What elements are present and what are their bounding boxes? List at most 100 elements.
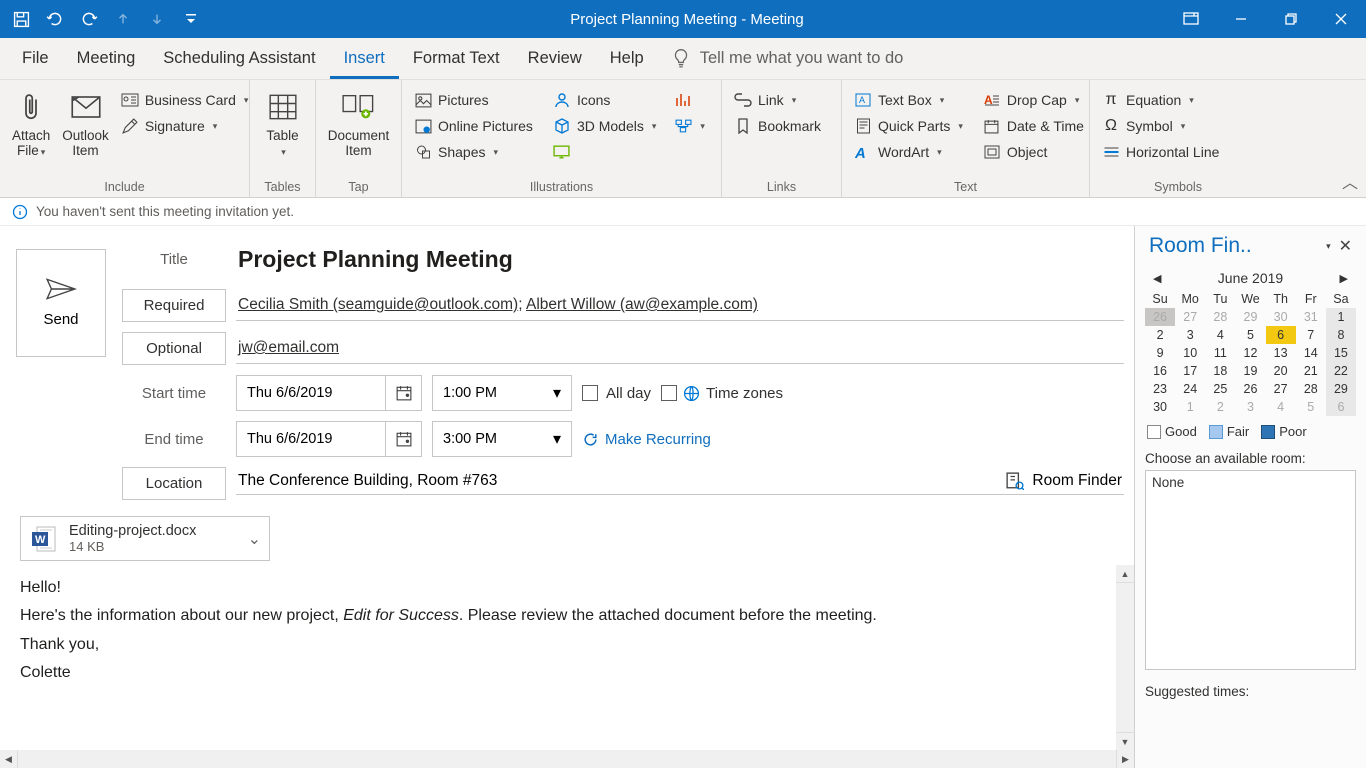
calendar-day[interactable]: 10 <box>1175 344 1205 362</box>
calendar-day[interactable]: 14 <box>1296 344 1326 362</box>
calendar-day[interactable]: 28 <box>1205 308 1235 326</box>
table-button[interactable]: Table▾ <box>260 84 304 158</box>
calendar-day[interactable]: 12 <box>1235 344 1265 362</box>
calendar-day[interactable]: 2 <box>1145 326 1175 344</box>
calendar-day[interactable]: 31 <box>1296 308 1326 326</box>
required-button[interactable]: Required <box>122 289 226 322</box>
calendar-day[interactable]: 7 <box>1296 326 1326 344</box>
calendar-day[interactable]: 28 <box>1296 380 1326 398</box>
save-icon[interactable] <box>4 0 38 38</box>
calendar-day[interactable]: 15 <box>1326 344 1356 362</box>
calendar-day[interactable]: 11 <box>1205 344 1235 362</box>
make-recurring-link[interactable]: Make Recurring <box>582 431 711 448</box>
calendar-day[interactable]: 17 <box>1175 362 1205 380</box>
tab-scheduling[interactable]: Scheduling Assistant <box>149 39 329 79</box>
location-field[interactable]: The Conference Building, Room #763 <box>238 472 992 490</box>
tell-me-search[interactable]: Tell me what you want to do <box>672 48 904 79</box>
send-button[interactable]: Send <box>16 249 106 357</box>
online-pictures-button[interactable]: Online Pictures <box>408 114 539 138</box>
collapse-ribbon-icon[interactable]: ︿ <box>1342 169 1358 193</box>
calendar-day[interactable]: 29 <box>1235 308 1265 326</box>
calendar-day[interactable]: 19 <box>1235 362 1265 380</box>
required-field[interactable]: Cecilia Smith (seamguide@outlook.com); A… <box>236 290 1124 321</box>
calendar-day[interactable]: 4 <box>1205 326 1235 344</box>
chart-button[interactable] <box>668 88 711 112</box>
scroll-left-icon[interactable]: ◀ <box>0 750 18 768</box>
equation-button[interactable]: πEquation▾ <box>1096 88 1225 112</box>
attachment-item[interactable]: W Editing-project.docx14 KB ⌄ <box>20 516 270 561</box>
calendar-day[interactable]: 9 <box>1145 344 1175 362</box>
chevron-down-icon[interactable]: ▾ <box>543 376 571 410</box>
business-card-button[interactable]: Business Card▾ <box>115 88 255 112</box>
calendar-day[interactable]: 27 <box>1175 308 1205 326</box>
qa-more-icon[interactable] <box>174 0 208 38</box>
calendar-day[interactable]: 16 <box>1145 362 1175 380</box>
calendar-day[interactable]: 2 <box>1205 398 1235 416</box>
symbol-button[interactable]: ΩSymbol▾ <box>1096 114 1225 138</box>
recipient-link[interactable]: Cecilia Smith (seamguide@outlook.com) <box>238 296 518 313</box>
drop-cap-button[interactable]: ADrop Cap▾ <box>977 88 1090 112</box>
link-button[interactable]: Link▾ <box>728 88 827 112</box>
end-time-input[interactable]: 3:00 PM▾ <box>432 421 572 457</box>
quick-parts-button[interactable]: Quick Parts▾ <box>848 114 969 138</box>
calendar-picker-icon[interactable] <box>385 422 421 456</box>
document-item-button[interactable]: Document Item <box>322 84 396 158</box>
horizontal-line-button[interactable]: Horizontal Line <box>1096 140 1225 164</box>
pane-close-icon[interactable]: ✕ <box>1335 232 1356 260</box>
scroll-right-icon[interactable]: ▶ <box>1116 750 1134 768</box>
optional-field[interactable]: jw@email.com <box>236 333 1124 364</box>
minimize-icon[interactable] <box>1216 0 1266 38</box>
calendar-day[interactable]: 30 <box>1266 308 1296 326</box>
prev-month-icon[interactable]: ◀ <box>1153 272 1161 285</box>
calendar-day[interactable]: 29 <box>1326 380 1356 398</box>
date-time-button[interactable]: Date & Time <box>977 114 1090 138</box>
calendar-day[interactable]: 3 <box>1175 326 1205 344</box>
next-month-icon[interactable]: ▶ <box>1340 272 1348 285</box>
calendar-day[interactable]: 18 <box>1205 362 1235 380</box>
calendar-day[interactable]: 24 <box>1175 380 1205 398</box>
bookmark-button[interactable]: Bookmark <box>728 114 827 138</box>
start-date-input[interactable]: Thu 6/6/2019 <box>236 375 422 411</box>
tab-meeting[interactable]: Meeting <box>63 39 150 79</box>
outlook-item-button[interactable]: Outlook Item <box>56 84 115 158</box>
calendar-day[interactable]: 20 <box>1266 362 1296 380</box>
calendar-day[interactable]: 27 <box>1266 380 1296 398</box>
shapes-button[interactable]: Shapes▾ <box>408 140 539 164</box>
tab-review[interactable]: Review <box>514 39 596 79</box>
scroll-down-icon[interactable]: ▼ <box>1116 732 1134 750</box>
room-list[interactable]: None <box>1145 470 1356 670</box>
end-date-input[interactable]: Thu 6/6/2019 <box>236 421 422 457</box>
maximize-icon[interactable] <box>1266 0 1316 38</box>
calendar-day[interactable]: 1 <box>1326 308 1356 326</box>
start-time-input[interactable]: 1:00 PM▾ <box>432 375 572 411</box>
icons-button[interactable]: Icons <box>547 88 662 112</box>
tab-format-text[interactable]: Format Text <box>399 39 514 79</box>
calendar-day[interactable]: 21 <box>1296 362 1326 380</box>
vertical-scrollbar[interactable]: ▲▼ <box>1116 565 1134 750</box>
prev-icon[interactable] <box>106 0 140 38</box>
calendar-day[interactable]: 26 <box>1235 380 1265 398</box>
tab-file[interactable]: File <box>8 39 63 79</box>
wordart-button[interactable]: AWordArt▾ <box>848 140 969 164</box>
tab-insert[interactable]: Insert <box>330 39 399 79</box>
signature-button[interactable]: Signature▾ <box>115 114 255 138</box>
recipient-link[interactable]: Albert Willow (aw@example.com) <box>526 296 758 313</box>
attachment-menu-icon[interactable]: ⌄ <box>248 529 261 549</box>
next-icon[interactable] <box>140 0 174 38</box>
smartart-button[interactable]: ▾ <box>668 114 711 138</box>
calendar-day[interactable]: 25 <box>1205 380 1235 398</box>
tab-help[interactable]: Help <box>596 39 658 79</box>
undo-icon[interactable] <box>38 0 72 38</box>
calendar-day[interactable]: 30 <box>1145 398 1175 416</box>
calendar-day[interactable]: 3 <box>1235 398 1265 416</box>
calendar-day[interactable]: 8 <box>1326 326 1356 344</box>
calendar-picker-icon[interactable] <box>385 376 421 410</box>
location-button[interactable]: Location <box>122 467 226 500</box>
screenshot-button[interactable] <box>547 140 662 164</box>
object-button[interactable]: Object <box>977 140 1090 164</box>
recipient-link[interactable]: jw@email.com <box>238 339 339 356</box>
message-body[interactable]: Hello! Here's the information about our … <box>0 565 1134 750</box>
calendar-day[interactable]: 1 <box>1175 398 1205 416</box>
all-day-checkbox[interactable]: All day <box>582 385 651 402</box>
calendar-day[interactable]: 5 <box>1235 326 1265 344</box>
